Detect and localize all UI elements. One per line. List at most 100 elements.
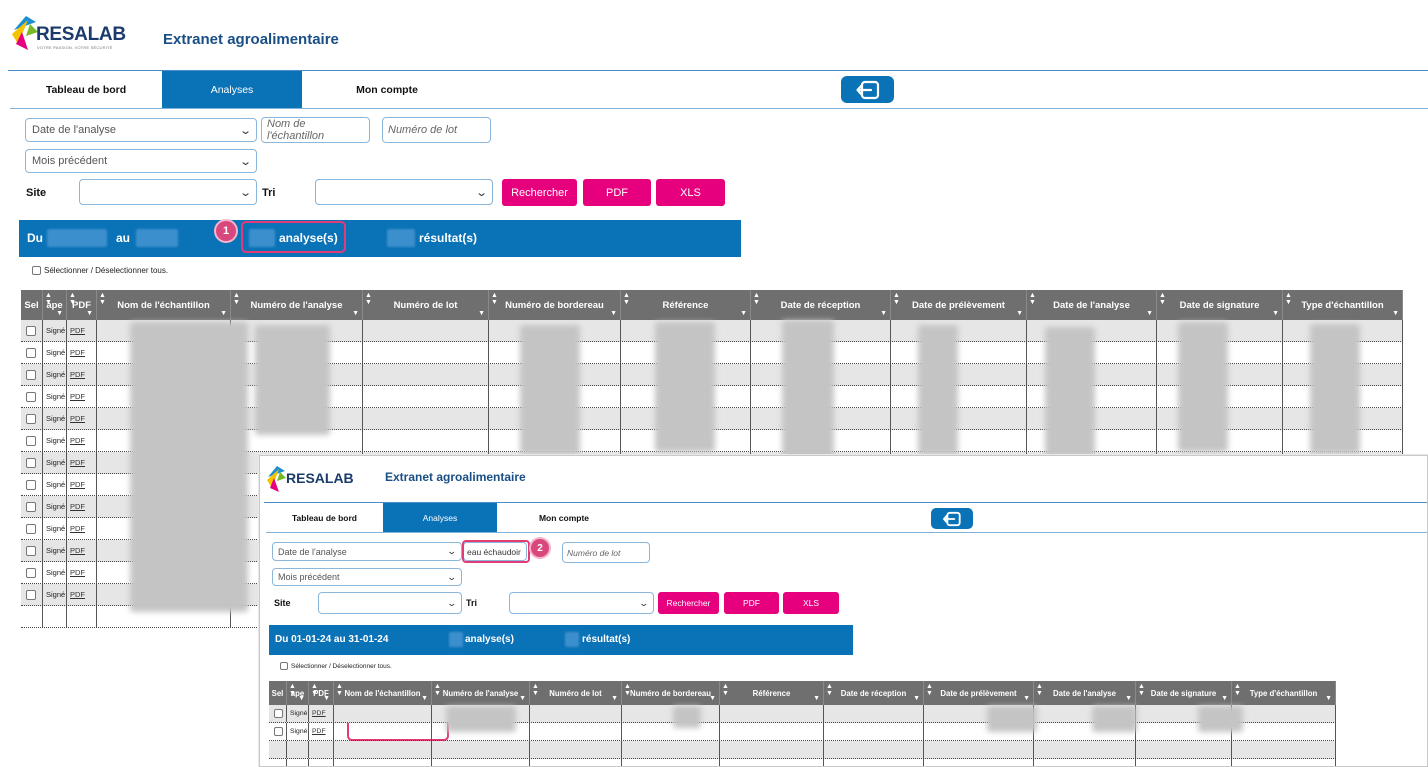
filter-icon[interactable]: ▼ (352, 310, 359, 317)
site-select[interactable]: ⌄ (318, 592, 462, 614)
pdf-link[interactable]: PDF (70, 348, 85, 357)
row-checkbox[interactable] (26, 457, 36, 468)
row-checkbox[interactable] (26, 347, 36, 358)
sort-icon[interactable]: ▲▼ (753, 292, 760, 306)
column-header-reference[interactable]: ▲▼ Référence ▼ (720, 681, 824, 705)
row-checkbox[interactable] (26, 501, 36, 512)
filter-icon[interactable]: ▼ (421, 695, 428, 702)
filter-icon[interactable]: ▼ (913, 695, 920, 702)
pdf-export-button[interactable]: PDF (724, 592, 779, 614)
select-all-checkbox[interactable] (280, 662, 288, 670)
sort-icon[interactable]: ▲▼ (1285, 292, 1292, 306)
date-type-select[interactable]: Date de l'analyse ⌄ (272, 542, 462, 561)
column-header-type-d-echantillon[interactable]: ▲▼ Type d'échantillon ▼ (1232, 681, 1336, 705)
column-header-sel[interactable]: Sel (269, 681, 287, 705)
column-header-date-de-l-analyse[interactable]: ▲▼ Date de l'analyse ▼ (1027, 290, 1157, 320)
column-header-etape[interactable]: ▲▼ ape ▼ (43, 290, 67, 320)
filter-icon[interactable]: ▼ (1023, 695, 1030, 702)
sort-icon[interactable]: ▲▼ (434, 683, 441, 697)
pdf-link[interactable]: PDF (70, 458, 85, 467)
row-checkbox[interactable] (26, 325, 36, 336)
filter-icon[interactable]: ▼ (1146, 310, 1153, 317)
row-checkbox[interactable] (26, 523, 36, 534)
sort-select[interactable]: ⌄ (315, 179, 493, 205)
row-checkbox[interactable] (26, 369, 36, 380)
column-header-date-de-reception[interactable]: ▲▼ Date de réception ▼ (751, 290, 891, 320)
column-header-reference[interactable]: ▲▼ Référence ▼ (621, 290, 751, 320)
sort-icon[interactable]: ▲▼ (893, 292, 900, 306)
filter-icon[interactable]: ▼ (298, 695, 305, 702)
filter-icon[interactable]: ▼ (1325, 695, 1332, 702)
filter-icon[interactable]: ▼ (1392, 310, 1399, 317)
pdf-link[interactable]: PDF (312, 710, 326, 717)
column-header-numero-de-l-analyse[interactable]: ▲▼ Numéro de l'analyse ▼ (432, 681, 530, 705)
pdf-export-button[interactable]: PDF (583, 179, 651, 206)
pdf-link[interactable]: PDF (312, 728, 326, 735)
column-header-numero-de-bordereau[interactable]: ▲▼ Numéro de bordereau ▼ (622, 681, 720, 705)
filter-icon[interactable]: ▼ (478, 310, 485, 317)
sort-icon[interactable]: ▲▼ (1036, 683, 1043, 697)
sort-icon[interactable]: ▲▼ (624, 683, 631, 697)
filter-icon[interactable]: ▼ (1221, 695, 1228, 702)
column-header-type-d-echantillon[interactable]: ▲▼ Type d'échantillon ▼ (1283, 290, 1403, 320)
filter-icon[interactable]: ▼ (1016, 310, 1023, 317)
column-header-date-de-prelevement[interactable]: ▲▼ Date de prélèvement ▼ (924, 681, 1034, 705)
column-header-date-de-reception[interactable]: ▲▼ Date de réception ▼ (824, 681, 924, 705)
pdf-link[interactable]: PDF (70, 436, 85, 445)
tab-mon-compte[interactable]: Mon compte (302, 71, 472, 108)
sort-icon[interactable]: ▲▼ (826, 683, 833, 697)
column-header-numero-de-lot[interactable]: ▲▼ Numéro de lot ▼ (363, 290, 489, 320)
column-header-numero-de-bordereau[interactable]: ▲▼ Numéro de bordereau ▼ (489, 290, 621, 320)
sort-icon[interactable]: ▲▼ (1234, 683, 1241, 697)
column-header-date-de-signature[interactable]: ▲▼ Date de signature ▼ (1136, 681, 1232, 705)
tab-mon-compte[interactable]: Mon compte (497, 503, 631, 532)
sort-icon[interactable]: ▲▼ (532, 683, 539, 697)
xls-export-button[interactable]: XLS (656, 179, 725, 206)
column-header-nom-de-l-echantillon[interactable]: ▲▼ Nom de l'échantillon ▼ (97, 290, 231, 320)
sort-icon[interactable]: ▲▼ (491, 292, 498, 306)
row-checkbox[interactable] (26, 589, 36, 600)
filter-icon[interactable]: ▼ (1272, 310, 1279, 317)
logout-button[interactable] (931, 508, 973, 529)
row-checkbox[interactable] (274, 727, 283, 736)
filter-icon[interactable]: ▼ (323, 695, 330, 702)
sort-select[interactable]: ⌄ (509, 592, 654, 614)
column-header-nom-de-l-echantillon[interactable]: ▲▼ Nom de l'échantillon ▼ (334, 681, 432, 705)
column-header-numero-de-lot[interactable]: ▲▼ Numéro de lot ▼ (530, 681, 622, 705)
period-select[interactable]: Mois précédent ⌄ (25, 149, 257, 173)
pdf-link[interactable]: PDF (70, 392, 85, 401)
filter-icon[interactable]: ▼ (220, 310, 227, 317)
lot-number-input[interactable]: Numéro de lot (382, 117, 491, 143)
sort-icon[interactable]: ▲▼ (99, 292, 106, 306)
column-header-pdf[interactable]: ▲▼ PDF ▼ (309, 681, 334, 705)
pdf-link[interactable]: PDF (70, 524, 85, 533)
column-header-sel[interactable]: Sel (21, 290, 43, 320)
search-button[interactable]: Rechercher (502, 179, 577, 206)
sample-name-input[interactable]: Nom de l'échantillon (261, 117, 370, 143)
xls-export-button[interactable]: XLS (783, 592, 839, 614)
column-header-etape[interactable]: ▲▼ ape ▼ (287, 681, 309, 705)
period-select[interactable]: Mois précédent ⌄ (272, 568, 462, 586)
select-all-checkbox[interactable] (32, 266, 41, 275)
row-checkbox[interactable] (26, 545, 36, 556)
pdf-link[interactable]: PDF (70, 568, 85, 577)
sort-icon[interactable]: ▲▼ (1138, 683, 1145, 697)
select-all-toggle[interactable]: Sélectionner / Déselectionner tous. (280, 662, 392, 670)
filter-icon[interactable]: ▼ (519, 695, 526, 702)
row-checkbox[interactable] (26, 435, 36, 446)
filter-icon[interactable]: ▼ (709, 695, 716, 702)
row-checkbox[interactable] (26, 479, 36, 490)
row-checkbox[interactable] (26, 413, 36, 424)
site-select[interactable]: ⌄ (79, 179, 257, 205)
sort-icon[interactable]: ▲▼ (365, 292, 372, 306)
column-header-date-de-signature[interactable]: ▲▼ Date de signature ▼ (1157, 290, 1283, 320)
filter-icon[interactable]: ▼ (880, 310, 887, 317)
sort-icon[interactable]: ▲▼ (1159, 292, 1166, 306)
select-all-toggle[interactable]: Sélectionner / Déselectionner tous. (32, 266, 168, 275)
sort-icon[interactable]: ▲▼ (926, 683, 933, 697)
filter-icon[interactable]: ▼ (610, 310, 617, 317)
pdf-link[interactable]: PDF (70, 326, 85, 335)
sort-icon[interactable]: ▲▼ (623, 292, 630, 306)
column-header-date-de-prelevement[interactable]: ▲▼ Date de prélèvement ▼ (891, 290, 1027, 320)
column-header-date-de-l-analyse[interactable]: ▲▼ Date de l'analyse ▼ (1034, 681, 1136, 705)
